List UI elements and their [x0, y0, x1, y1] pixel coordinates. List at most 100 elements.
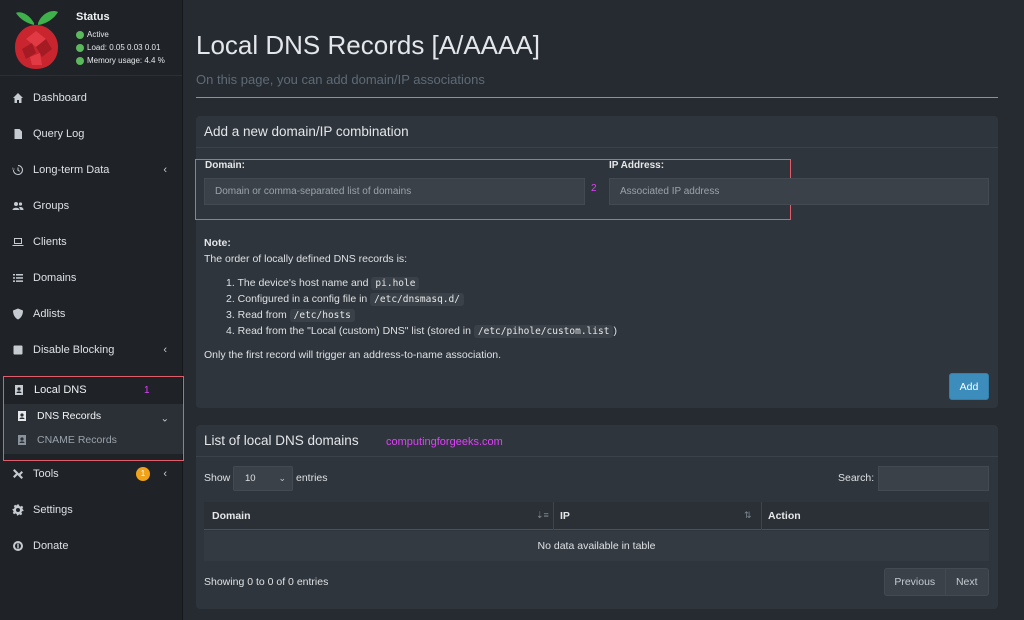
domain-input[interactable]: Domain or comma-separated list of domain…: [204, 178, 585, 205]
annotation-1: 1: [144, 385, 150, 396]
pihole-logo: [15, 11, 58, 69]
status-title: Status: [76, 11, 110, 23]
pagination: Previous Next: [884, 568, 989, 596]
page-title: Local DNS Records [A/AAAA]: [196, 30, 540, 60]
sidebar-item-donate[interactable]: Donate: [0, 528, 183, 564]
list-icon: [11, 271, 25, 285]
page-size-select[interactable]: 10 ⌄: [233, 466, 293, 491]
file-icon: [11, 127, 25, 141]
status-dot-icon: [76, 56, 84, 65]
sidebar-item-groups[interactable]: Groups: [0, 188, 183, 224]
column-header-ip[interactable]: IP: [560, 502, 570, 530]
address-book-icon: [15, 409, 29, 423]
tools-icon: [11, 467, 25, 481]
title-divider: [196, 97, 998, 98]
table-header: Domain ⇣≡ IP ⇅ Action: [204, 502, 989, 530]
sidebar-item-label: Settings: [33, 504, 73, 516]
sidebar-item-label: Clients: [33, 236, 67, 248]
chevron-left-icon: ‹: [163, 164, 167, 176]
status-dot-icon: [76, 30, 84, 39]
column-divider: [761, 502, 762, 530]
users-icon: [11, 199, 25, 213]
address-book-icon: [15, 433, 29, 447]
note-heading: Note:: [204, 237, 231, 249]
status-load-text: Load: 0.05 0.03 0.01: [87, 43, 161, 52]
note-list-item: 4. Read from the "Local (custom) DNS" li…: [226, 325, 617, 338]
sidebar-item-label: Long-term Data: [33, 164, 110, 176]
page-size-value: 10: [245, 473, 256, 484]
table-empty-row: No data available in table: [204, 531, 989, 561]
divider: [196, 456, 998, 457]
ip-address-label: IP Address:: [609, 160, 665, 171]
previous-button[interactable]: Previous: [885, 569, 946, 595]
sort-icon[interactable]: ⇅: [744, 510, 752, 521]
sidebar-item-dns-records[interactable]: DNS Records: [4, 404, 183, 428]
page-subtitle: On this page, you can add domain/IP asso…: [196, 72, 485, 87]
note-intro: The order of locally defined DNS records…: [204, 253, 408, 265]
status-active-text: Active: [87, 30, 109, 39]
domain-label: Domain:: [205, 160, 245, 171]
sidebar-item-settings[interactable]: Settings: [0, 492, 183, 528]
note-list-item: 2. Configured in a config file in /etc/d…: [226, 293, 464, 306]
chevron-left-icon: ‹: [163, 468, 167, 480]
sort-asc-icon[interactable]: ⇣≡: [536, 510, 549, 521]
sidebar-item-domains[interactable]: Domains: [0, 260, 183, 296]
add-box-title: Add a new domain/IP combination: [204, 124, 409, 139]
donate-icon: [11, 539, 25, 553]
history-icon: [11, 163, 25, 177]
sidebar-item-dashboard[interactable]: Dashboard: [0, 80, 183, 116]
laptop-icon: [11, 235, 25, 249]
sidebar-nav-lower: Tools 1 ‹ Settings Donate: [0, 456, 183, 564]
add-button[interactable]: Add: [949, 373, 989, 400]
sidebar-item-clients[interactable]: Clients: [0, 224, 183, 260]
local-dns-submenu: DNS Records CNAME Records: [4, 404, 183, 454]
entries-label: entries: [296, 472, 328, 484]
sidebar-item-label: Domains: [33, 272, 77, 284]
note-list-item: 1. The device's host name and pi.hole: [226, 277, 420, 290]
sidebar-item-label: Tools: [33, 468, 59, 480]
sidebar: Status Active Load: 0.05 0.03 0.01 Memor…: [0, 0, 184, 620]
search-input[interactable]: [878, 466, 989, 491]
note-footer: Only the first record will trigger an ad…: [204, 349, 502, 361]
sidebar-item-adlists[interactable]: Adlists: [0, 296, 183, 332]
sidebar-item-label: Local DNS: [34, 384, 87, 396]
watermark-text: computingforgeeks.com: [386, 436, 503, 448]
annotation-2: 2: [591, 183, 597, 194]
sidebar-item-label: Dashboard: [33, 92, 87, 104]
column-header-action: Action: [768, 510, 801, 522]
code-snippet: pi.hole: [371, 277, 420, 290]
sidebar-item-label: Groups: [33, 200, 70, 212]
column-header-domain[interactable]: Domain: [212, 502, 251, 530]
sidebar-item-label: Query Log: [33, 128, 85, 140]
sidebar-item-local-dns[interactable]: Local DNS 1 ⌄: [4, 377, 183, 424]
table-info: Showing 0 to 0 of 0 entries: [204, 576, 329, 588]
next-button[interactable]: Next: [946, 569, 989, 595]
status-memory: Memory usage: 4.4 %: [76, 56, 165, 65]
chevron-left-icon: ‹: [163, 344, 167, 356]
tools-badge: 1: [136, 467, 150, 481]
column-divider: [553, 502, 554, 530]
main-content: Local DNS Records [A/AAAA] On this page,…: [184, 0, 1024, 620]
home-icon: [11, 91, 25, 105]
sidebar-item-label: Disable Blocking: [33, 344, 115, 356]
ip-address-input[interactable]: Associated IP address: [609, 178, 989, 205]
list-box-title: List of local DNS domains: [204, 433, 359, 448]
status-active: Active: [76, 30, 109, 39]
sidebar-item-long-term-data[interactable]: Long-term Data ‹: [0, 152, 183, 188]
code-snippet: /etc/dnsmasq.d/: [370, 293, 464, 306]
note-list-item: 3. Read from /etc/hosts: [226, 309, 355, 322]
status-panel: Status Active Load: 0.05 0.03 0.01 Memor…: [0, 0, 182, 76]
sidebar-item-disable-blocking[interactable]: Disable Blocking ‹: [0, 332, 183, 368]
status-memory-text: Memory usage: 4.4 %: [87, 56, 165, 65]
shield-icon: [11, 307, 25, 321]
address-book-icon: [12, 383, 26, 397]
code-snippet: /etc/hosts: [289, 309, 355, 322]
gear-icon: [11, 503, 25, 517]
sidebar-item-cname-records[interactable]: CNAME Records: [4, 428, 183, 452]
sidebar-nav: Dashboard Query Log Long-term Data ‹ Gro…: [0, 80, 183, 368]
sidebar-item-query-log[interactable]: Query Log: [0, 116, 183, 152]
stop-icon: [11, 343, 25, 357]
sidebar-item-tools[interactable]: Tools 1 ‹: [0, 456, 183, 492]
search-label: Search:: [838, 472, 875, 484]
local-dns-group: Local DNS 1 ⌄ DNS Records CNAME Records: [3, 376, 184, 461]
